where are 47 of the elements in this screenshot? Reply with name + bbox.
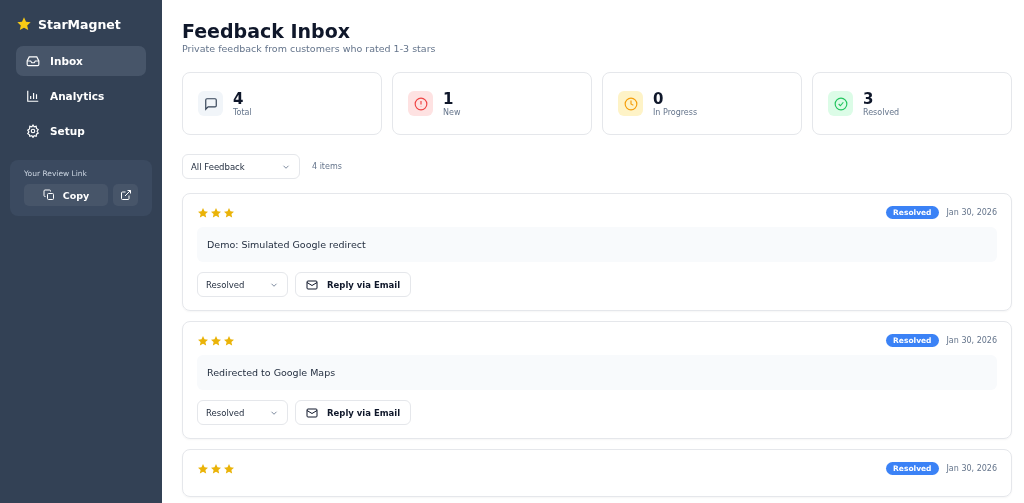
status-dropdown[interactable]: Resolved [197,272,288,297]
stat-label: Total [233,107,252,117]
nav-item[interactable]: Setup [16,116,146,146]
star-icon [223,462,235,475]
feedback-message: Demo: Simulated Google redirect [197,227,997,262]
stat-label: In Progress [653,107,698,117]
inbox-icon [26,54,40,68]
mail-icon [306,278,318,291]
nav-item[interactable]: Inbox [16,46,146,76]
star-icon [197,462,209,475]
nav-item[interactable]: Analytics [16,81,146,111]
feedback-date: Jan 30, 2026 [946,336,997,345]
page-subtitle: Private feedback from customers who rated 1-3 stars [182,43,437,54]
star-icon [197,206,209,219]
copy-button[interactable]: Copy [24,184,108,206]
star-icon [223,334,235,347]
page-title: Feedback Inbox [182,20,352,42]
stat-value: 0 [653,90,665,108]
message-icon [198,91,223,116]
reply-email-button[interactable]: Reply via Email [295,272,412,297]
reply-email-button[interactable]: Reply via Email [295,400,412,425]
status-dropdown[interactable]: Resolved [197,400,288,425]
item-count: 4 items [312,162,342,171]
mail-icon [306,406,318,419]
star-icon [197,334,209,347]
star-icon [210,206,222,219]
bar-chart-icon [26,89,40,103]
star-icon [223,206,235,219]
feedback-date: Jan 30, 2026 [946,464,997,473]
star-icon [16,16,32,32]
feedback-message: Redirected to Google Maps [197,355,997,390]
external-link-icon [119,189,132,201]
star-icon [210,334,222,347]
alert-icon [408,91,433,116]
brand-name: StarMagnet [38,16,121,32]
stat-value: 4 [233,90,245,108]
copy-icon [42,189,55,201]
stat-label: New [443,107,461,117]
filter-dropdown[interactable]: All Feedback [182,154,300,179]
external-link-button[interactable] [113,184,138,206]
star-icon [210,462,222,475]
stat-value: 1 [443,90,455,108]
stat-label: Resolved [863,107,900,117]
settings-icon [26,124,40,138]
feedback-date: Jan 30, 2026 [946,208,997,217]
stat-value: 3 [863,90,875,108]
clock-icon [618,91,643,116]
